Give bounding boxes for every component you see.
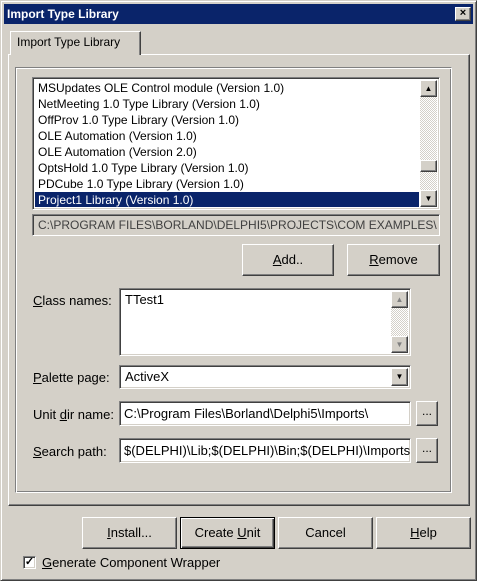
scroll-up-icon[interactable]: ▲ — [420, 80, 437, 97]
library-path-display: C:\PROGRAM FILES\BORLAND\DELPHI5\PROJECT… — [32, 214, 440, 236]
unit-dir-browse-button[interactable]: ... — [416, 401, 438, 426]
search-path-input[interactable]: $(DELPHI)\Lib;$(DELPHI)\Bin;$(DELPHI)\Im… — [119, 438, 411, 463]
generate-wrapper-label: Generate Component Wrapper — [42, 555, 221, 570]
list-item[interactable]: OptsHold 1.0 Type Library (Version 1.0) — [35, 160, 419, 176]
list-item-selected[interactable]: Project1 Library (Version 1.0) — [35, 192, 419, 207]
cancel-button[interactable]: Cancel — [278, 517, 373, 549]
scroll-down-icon[interactable]: ▼ — [420, 190, 437, 207]
import-type-library-dialog: Import Type Library × Import Type Librar… — [0, 0, 477, 581]
type-library-list[interactable]: MSUpdates OLE Control module (Version 1.… — [32, 77, 440, 210]
close-icon[interactable]: × — [455, 7, 471, 21]
search-path-label: Search path: — [33, 444, 107, 459]
scroll-up-icon[interactable]: ▲ — [391, 291, 408, 308]
list-item[interactable]: OffProv 1.0 Type Library (Version 1.0) — [35, 112, 419, 128]
generate-wrapper-checkbox[interactable]: ✓ — [23, 556, 36, 569]
class-names-field[interactable]: TTest1 ▲ ▼ — [119, 288, 411, 356]
class-names-scrollbar[interactable]: ▲ ▼ — [391, 291, 408, 353]
search-path-browse-button[interactable]: ... — [416, 438, 438, 463]
add-button[interactable]: Add.. — [242, 244, 334, 276]
palette-page-label: Palette page: — [33, 370, 110, 385]
scroll-thumb[interactable] — [420, 160, 437, 172]
list-item[interactable]: PDCube 1.0 Type Library (Version 1.0) — [35, 176, 419, 192]
chevron-down-icon[interactable]: ▼ — [391, 368, 408, 386]
list-item[interactable]: NetMeeting 1.0 Type Library (Version 1.0… — [35, 96, 419, 112]
install-button[interactable]: Install... — [82, 517, 177, 549]
help-button[interactable]: Help — [376, 517, 471, 549]
unit-dir-input[interactable]: C:\Program Files\Borland\Delphi5\Imports… — [119, 401, 411, 426]
tab-import-type-library[interactable]: Import Type Library — [10, 31, 141, 55]
title-bar[interactable]: Import Type Library × — [4, 4, 473, 24]
class-names-label: Class names: — [33, 293, 112, 308]
remove-button[interactable]: Remove — [347, 244, 440, 276]
list-item[interactable]: OLE Automation (Version 1.0) — [35, 128, 419, 144]
list-scrollbar[interactable]: ▲ ▼ — [420, 80, 437, 207]
type-library-items: MSUpdates OLE Control module (Version 1.… — [35, 80, 419, 207]
create-unit-button[interactable]: Create Unit — [180, 517, 275, 549]
scroll-down-icon[interactable]: ▼ — [391, 336, 408, 353]
list-item[interactable]: OLE Automation (Version 2.0) — [35, 144, 419, 160]
palette-page-select[interactable]: ActiveX ▼ — [119, 365, 411, 389]
window-title: Import Type Library — [7, 7, 119, 21]
unit-dir-label: Unit dir name: — [33, 407, 114, 422]
list-item[interactable]: MSUpdates OLE Control module (Version 1.… — [35, 80, 419, 96]
